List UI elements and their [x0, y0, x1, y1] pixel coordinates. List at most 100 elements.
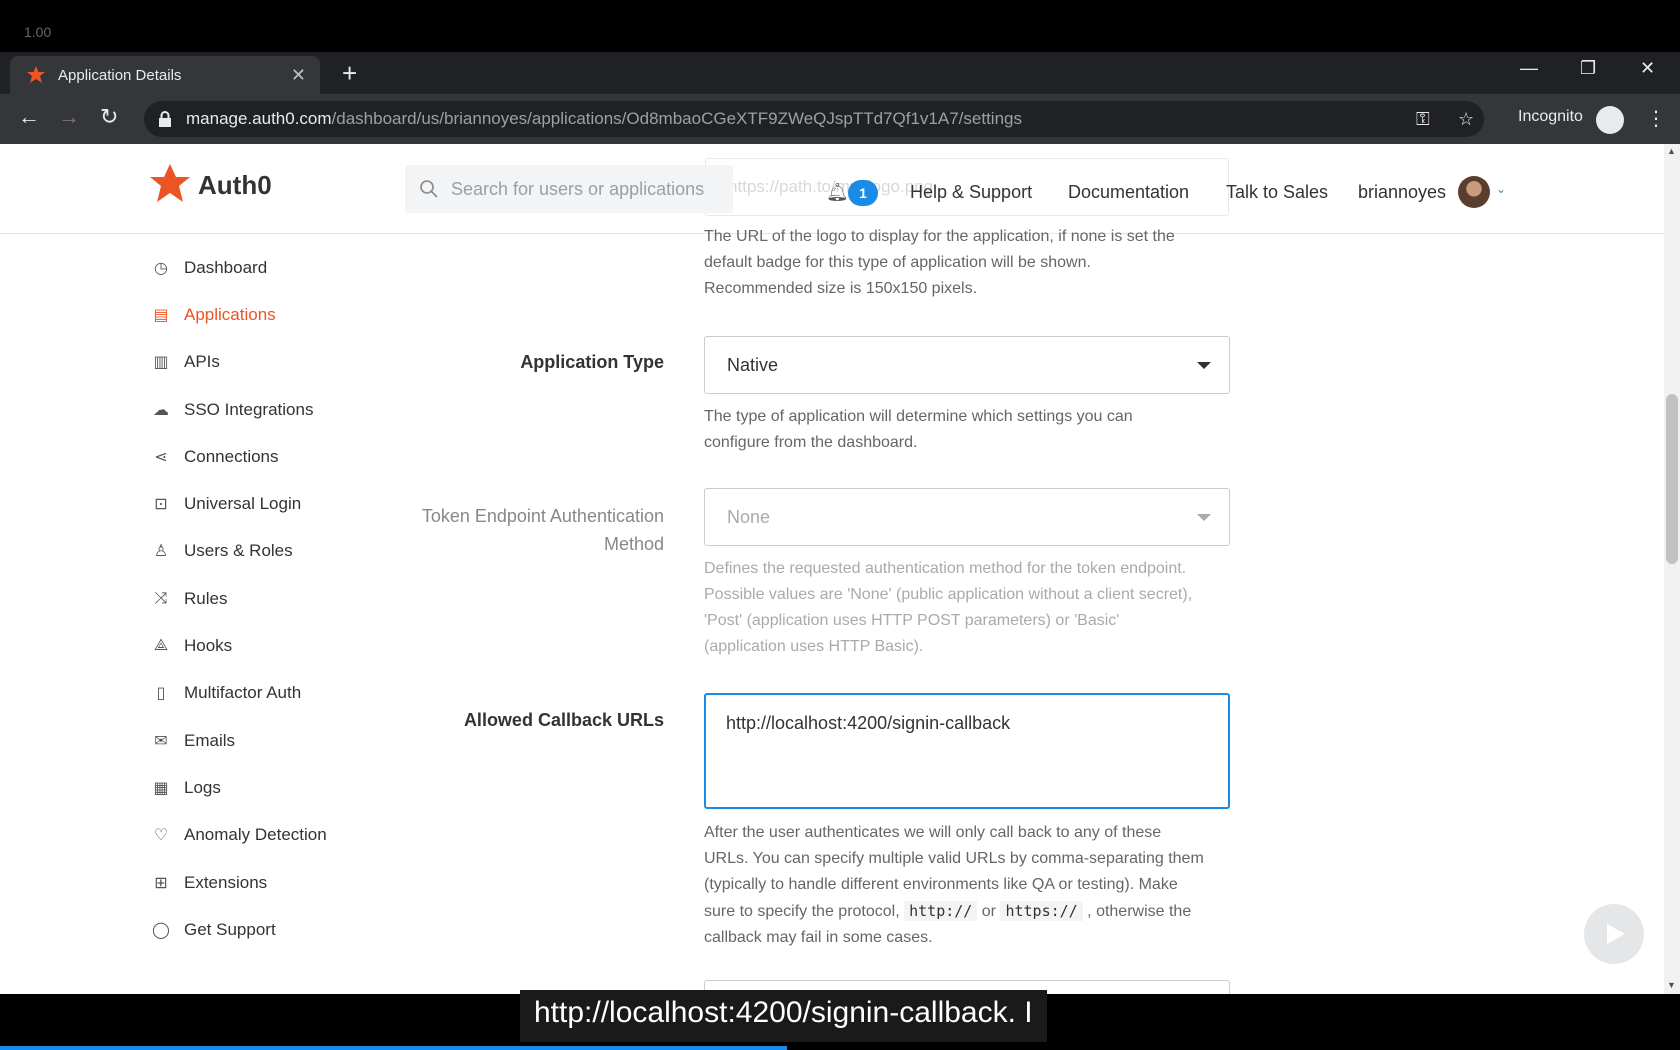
token-endpoint-select[interactable]: None: [704, 488, 1230, 546]
help-line: The type of application will determine w…: [704, 408, 1133, 425]
help-line: configure from the dashboard.: [704, 434, 918, 451]
bell-icon[interactable]: 🔔︎: [826, 182, 849, 203]
restore-icon[interactable]: ❐: [1580, 58, 1596, 79]
extensions-icon: ⊞: [154, 875, 168, 892]
menu-icon[interactable]: ⋮: [1646, 106, 1666, 131]
help-support-link[interactable]: Help & Support: [910, 182, 1032, 203]
help-line: default badge for this type of applicati…: [704, 254, 1091, 271]
application-type-help: The type of application will determine w…: [704, 404, 1234, 456]
callback-url-value: http://localhost:4200/signin-callback: [726, 713, 1011, 733]
apis-icon: ▥: [153, 354, 169, 371]
sidebar-item-connections[interactable]: ⋖ Connections: [150, 443, 279, 471]
url-text: manage.auth0.com/dashboard/us/briannoyes…: [186, 109, 1022, 129]
incognito-icon: [1596, 106, 1624, 134]
new-tab-icon[interactable]: +: [342, 60, 357, 86]
help-line: URLs. You can specify multiple valid URL…: [704, 850, 1204, 867]
token-endpoint-value: None: [727, 506, 771, 527]
username[interactable]: briannoyes: [1358, 182, 1446, 203]
allowed-callback-urls-label: Allowed Callback URLs: [463, 710, 664, 730]
scroll-down-icon[interactable]: ▼: [1667, 980, 1676, 990]
browser-toolbar: ← → ↻ manage.auth0.com/dashboard/us/bria…: [0, 94, 1680, 144]
sidebar-item-rules[interactable]: ⤨ Rules: [150, 585, 228, 613]
logo-text: Auth0: [198, 169, 272, 200]
sidebar-item-multifactor-auth[interactable]: ▯ Multifactor Auth: [150, 679, 302, 707]
sidebar-item-sso-integrations[interactable]: ☁︎ SSO Integrations: [150, 396, 313, 424]
help-line: Defines the requested authentication met…: [704, 560, 1187, 577]
screen: 1.00 Application Details ✕ + — ❐ ✕ ← → ↻…: [0, 0, 1680, 1050]
application-type-label: Application Type: [520, 352, 664, 372]
code-https: https://: [1000, 901, 1083, 921]
chevron-down-icon[interactable]: ⌄: [1496, 182, 1506, 196]
tab-close-icon[interactable]: ✕: [291, 65, 306, 86]
help-line: Possible values are 'None' (public appli…: [704, 586, 1193, 603]
application-type-select[interactable]: Native: [704, 336, 1230, 394]
hooks-icon: ⟁: [153, 637, 169, 654]
star-icon[interactable]: ☆: [1458, 109, 1474, 130]
sidebar-item-logs[interactable]: ▦ Logs: [150, 774, 220, 802]
help-line: callback may fail in some cases.: [704, 929, 933, 946]
sidebar-item-label: Dashboard: [184, 258, 268, 277]
scroll-thumb[interactable]: [1666, 394, 1678, 564]
scroll-up-icon[interactable]: ▲: [1667, 146, 1676, 156]
minimize-icon[interactable]: —: [1520, 58, 1538, 79]
lock-icon: [159, 111, 171, 127]
incognito-label: Incognito: [1518, 108, 1583, 125]
sidebar-item-label: Rules: [184, 589, 228, 608]
chat-icon: ◯: [152, 922, 170, 939]
close-window-icon[interactable]: ✕: [1640, 58, 1655, 79]
reload-icon[interactable]: ↻: [100, 104, 118, 130]
documentation-link[interactable]: Documentation: [1068, 182, 1189, 203]
sidebar-item-label: Applications: [184, 305, 276, 324]
key-icon[interactable]: ⚿: [1416, 109, 1430, 130]
sidebar-item-applications[interactable]: ▤ Applications: [150, 301, 276, 329]
address-bar[interactable]: manage.auth0.com/dashboard/us/briannoyes…: [144, 101, 1484, 137]
help-line: The URL of the logo to display for the a…: [704, 228, 1175, 245]
url-path: /dashboard/us/briannoyes/applications/Od…: [331, 109, 1022, 128]
auth0-logo[interactable]: Auth0: [150, 164, 272, 206]
rules-icon: ⤨: [154, 590, 168, 607]
sidebar-item-apis[interactable]: ▥ APIs: [150, 348, 220, 376]
play-icon: [1607, 924, 1625, 944]
sidebar-item-label: Emails: [184, 731, 236, 750]
universal-login-icon: ⊡: [154, 496, 168, 513]
sidebar-item-anomaly-detection[interactable]: ♡ Anomaly Detection: [150, 821, 327, 849]
auth0-favicon-icon: [27, 66, 45, 83]
avatar[interactable]: [1458, 176, 1490, 208]
page-scrollbar[interactable]: ▲ ▼: [1664, 144, 1680, 994]
sidebar-item-get-support[interactable]: ◯ Get Support: [150, 916, 276, 944]
allowed-callback-urls-input[interactable]: http://localhost:4200/signin-callback: [704, 693, 1230, 809]
sidebar-item-extensions[interactable]: ⊞ Extensions: [150, 869, 267, 897]
help-text: , otherwise the: [1087, 903, 1192, 920]
browser-tab[interactable]: Application Details ✕: [10, 56, 320, 94]
sidebar-item-label: Multifactor Auth: [184, 683, 302, 702]
sidebar-item-universal-login[interactable]: ⊡ Universal Login: [150, 490, 301, 518]
sidebar-item-users-roles[interactable]: ♙ Users & Roles: [150, 537, 293, 565]
video-caption: http://localhost:4200/signin-callback. I: [520, 990, 1047, 1042]
token-endpoint-label: Token Endpoint Authentication Method: [344, 502, 664, 558]
notification-badge[interactable]: 1: [848, 180, 878, 206]
play-button[interactable]: [1584, 904, 1644, 964]
tab-title: Application Details: [58, 66, 182, 84]
sidebar-item-label: Universal Login: [184, 494, 302, 513]
video-progress-bar[interactable]: [0, 1046, 787, 1050]
video-top-bar: 1.00: [0, 0, 1680, 52]
search-input[interactable]: Search for users or applications: [405, 165, 733, 213]
sidebar-item-hooks[interactable]: ⟁ Hooks: [150, 632, 232, 660]
help-text: or: [981, 903, 997, 920]
back-icon[interactable]: ←: [18, 104, 40, 130]
label-line: Token Endpoint Authentication: [421, 506, 664, 526]
email-icon: ✉︎: [154, 733, 168, 750]
sidebar-item-label: SSO Integrations: [184, 400, 314, 419]
logo-help-text: The URL of the logo to display for the a…: [704, 224, 1234, 302]
talk-to-sales-link[interactable]: Talk to Sales: [1226, 182, 1328, 203]
url-host: manage.auth0.com: [186, 109, 332, 128]
logs-icon: ▦: [153, 780, 169, 797]
forward-icon[interactable]: →: [58, 104, 80, 130]
sidebar-item-emails[interactable]: ✉︎ Emails: [150, 727, 235, 755]
sidebar-item-label: APIs: [184, 352, 220, 371]
sidebar-item-dashboard[interactable]: ◷ Dashboard: [150, 254, 267, 282]
callback-help-text: After the user authenticates we will onl…: [704, 820, 1234, 951]
sidebar-item-label: Connections: [184, 447, 279, 466]
search-icon: [420, 180, 438, 198]
caret-down-icon: [1197, 361, 1211, 369]
